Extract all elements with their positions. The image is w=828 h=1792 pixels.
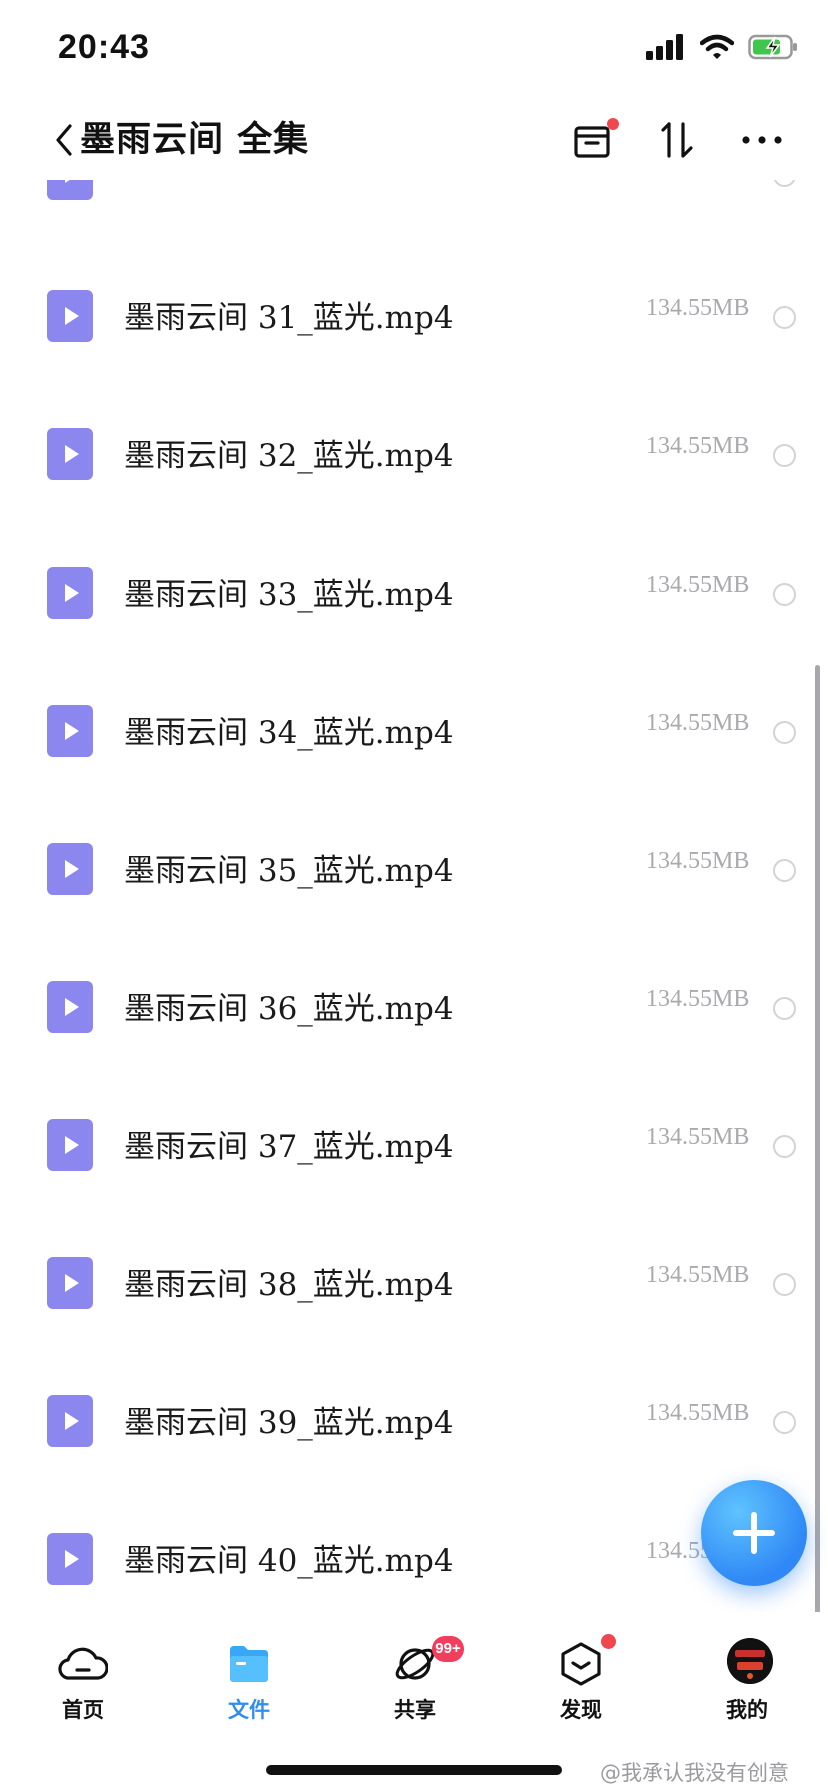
video-file-icon — [47, 1257, 93, 1309]
file-size: 134.55MB — [646, 295, 750, 321]
more-options-icon[interactable] — [738, 114, 788, 166]
select-radio[interactable] — [773, 997, 796, 1020]
file-size: 134.55MB — [646, 1124, 750, 1150]
video-file-icon — [47, 1119, 93, 1171]
wifi-icon — [700, 34, 734, 59]
tab-home[interactable]: 首页 — [0, 1612, 166, 1732]
sort-icon[interactable] — [655, 114, 705, 166]
video-file-icon — [47, 705, 93, 757]
add-button[interactable] — [701, 1480, 807, 1586]
discover-box-icon — [561, 1642, 601, 1686]
tab-share[interactable]: 共享 — [332, 1612, 498, 1732]
file-name: 墨雨云间 34_蓝光.mp4 — [124, 715, 454, 751]
tab-files[interactable]: 文件 — [166, 1612, 332, 1732]
avatar[interactable] — [727, 1638, 773, 1684]
file-name: 墨雨云间 36_蓝光.mp4 — [124, 991, 454, 1027]
folder-title: 墨雨云间 全集 — [80, 120, 310, 160]
transfer-list-icon[interactable] — [570, 114, 620, 166]
file-row[interactable]: 墨雨云间 34_蓝光.mp4 134.55MB — [0, 662, 828, 800]
video-file-icon — [47, 1533, 93, 1585]
tab-discover[interactable]: 发现 — [498, 1612, 664, 1732]
cellular-signal-icon — [646, 34, 683, 60]
select-radio[interactable] — [773, 1411, 796, 1434]
select-radio[interactable] — [773, 306, 796, 329]
file-size: 134.55MB — [646, 986, 750, 1012]
video-file-icon — [47, 180, 93, 200]
battery-charging-icon — [748, 34, 797, 60]
cloud-home-icon — [58, 1647, 108, 1680]
file-size: 134.55MB — [646, 1262, 750, 1288]
file-name: 墨雨云间 35_蓝光.mp4 — [124, 853, 454, 889]
file-name: 墨雨云间 40_蓝光.mp4 — [124, 1543, 454, 1579]
file-row[interactable]: 墨雨云间 38_蓝光.mp4 134.55MB — [0, 1214, 828, 1352]
video-file-icon — [47, 290, 93, 342]
file-size: 134.55MB — [646, 848, 750, 874]
file-size: 134.55MB — [646, 433, 750, 459]
folder-icon — [230, 1646, 268, 1682]
plus-icon — [733, 1512, 775, 1554]
status-time: 20:43 — [58, 28, 150, 66]
scrollbar[interactable] — [815, 665, 820, 1620]
watermark-text: @我承认我没有创意 — [600, 1761, 789, 1785]
file-name: 墨雨云间 31_蓝光.mp4 — [124, 300, 454, 336]
back-arrow-icon[interactable] — [48, 116, 84, 164]
video-file-icon — [47, 428, 93, 480]
select-radio[interactable] — [773, 1135, 796, 1158]
top-navigation-bar: 墨雨云间 全集 — [0, 100, 828, 180]
tab-label: 发现 — [560, 1698, 602, 1722]
video-file-icon — [47, 843, 93, 895]
select-radio[interactable] — [773, 1273, 796, 1296]
file-size: 134.55MB — [646, 1400, 750, 1426]
home-indicator[interactable] — [266, 1765, 562, 1775]
file-size: 134.55MB — [646, 572, 750, 598]
tab-label: 共享 — [394, 1698, 436, 1722]
file-name: 墨雨云间 32_蓝光.mp4 — [124, 438, 454, 474]
video-file-icon — [47, 567, 93, 619]
file-row[interactable]: 墨雨云间 35_蓝光.mp4 134.55MB — [0, 800, 828, 938]
file-row[interactable]: 墨雨云间 33_蓝光.mp4 134.55MB — [0, 524, 828, 662]
file-row[interactable] — [0, 180, 828, 243]
select-radio[interactable] — [773, 859, 796, 882]
file-name: 墨雨云间 39_蓝光.mp4 — [124, 1405, 454, 1441]
file-size: 134.55MB — [646, 710, 750, 736]
select-radio[interactable] — [773, 721, 796, 744]
tab-label: 文件 — [228, 1698, 270, 1722]
tab-label: 首页 — [62, 1698, 104, 1722]
file-row[interactable]: 墨雨云间 37_蓝光.mp4 134.55MB — [0, 1076, 828, 1214]
file-row[interactable]: 墨雨云间 39_蓝光.mp4 134.55MB — [0, 1352, 828, 1490]
select-radio[interactable] — [773, 444, 796, 467]
discover-notification-dot — [601, 1634, 616, 1649]
select-radio[interactable] — [773, 180, 796, 187]
avatar-image — [727, 1638, 773, 1684]
select-radio[interactable] — [773, 583, 796, 606]
file-name: 墨雨云间 38_蓝光.mp4 — [124, 1267, 454, 1303]
share-badge: 99+ — [432, 1636, 464, 1662]
file-name: 墨雨云间 37_蓝光.mp4 — [124, 1129, 454, 1165]
status-icons — [646, 34, 798, 60]
file-list: 墨雨云间 31_蓝光.mp4 134.55MB 墨雨云间 32_蓝光.mp4 1… — [0, 180, 828, 1605]
video-file-icon — [47, 1395, 93, 1447]
status-bar: 20:43 — [0, 0, 828, 100]
video-file-icon — [47, 981, 93, 1033]
file-name: 墨雨云间 33_蓝光.mp4 — [124, 577, 454, 613]
file-row[interactable]: 墨雨云间 32_蓝光.mp4 134.55MB — [0, 385, 828, 523]
bottom-tab-bar: 首页 文件 共享 发现 我的 — [0, 1612, 828, 1732]
tab-label: 我的 — [726, 1698, 768, 1722]
file-row[interactable]: 墨雨云间 36_蓝光.mp4 134.55MB — [0, 938, 828, 1076]
file-row[interactable]: 墨雨云间 31_蓝光.mp4 134.55MB — [0, 247, 828, 385]
